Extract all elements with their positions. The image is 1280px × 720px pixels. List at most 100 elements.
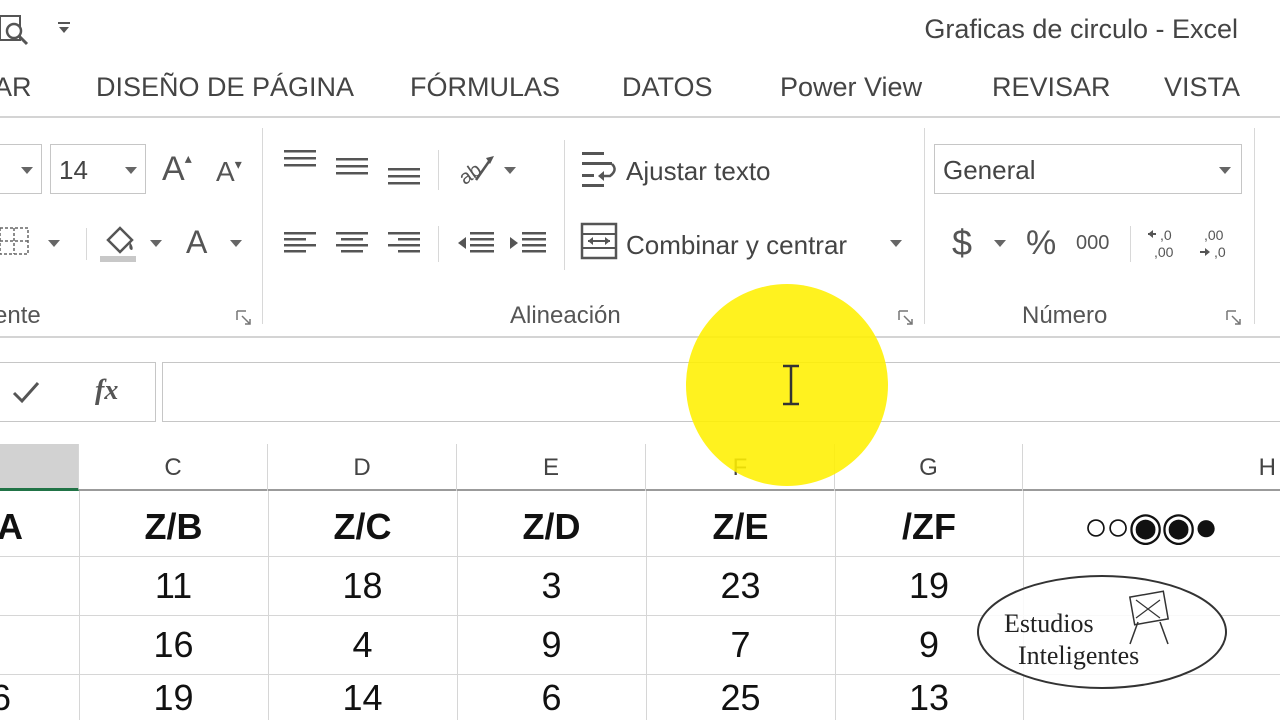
- quick-access-dropdown-icon[interactable]: [56, 20, 72, 36]
- align-right-icon[interactable]: [386, 230, 422, 256]
- chevron-down-icon: [1219, 167, 1231, 174]
- number-group-label: Número: [1022, 302, 1108, 329]
- number-format-combo[interactable]: General: [934, 144, 1242, 194]
- svg-text:,00: ,00: [1204, 227, 1224, 243]
- cell-header-g[interactable]: /ZF: [835, 498, 1023, 556]
- cell[interactable]: 6: [457, 675, 646, 720]
- fill-color-dropdown-icon[interactable]: [150, 240, 162, 247]
- divider: [86, 228, 87, 260]
- borders-icon[interactable]: [0, 226, 32, 256]
- increase-indent-icon[interactable]: [508, 230, 548, 256]
- tab-diseno-de-pagina[interactable]: DISEÑO DE PÁGINA: [96, 72, 354, 103]
- logo-line2: Inteligentes: [1018, 641, 1139, 670]
- cell-rating-symbols[interactable]: ○○◉◉●: [1030, 498, 1270, 556]
- cell[interactable]: 23: [646, 557, 835, 615]
- column-headers: C D E F G H: [0, 444, 1280, 491]
- cell[interactable]: [0, 557, 30, 615]
- merge-center-button[interactable]: Combinar y centrar: [626, 230, 847, 261]
- font-size-combo[interactable]: 14: [50, 144, 146, 194]
- column-header-d[interactable]: D: [268, 444, 457, 491]
- percent-button[interactable]: %: [1026, 224, 1056, 263]
- cell[interactable]: 11: [79, 557, 268, 615]
- align-left-icon[interactable]: [282, 230, 318, 256]
- estudios-inteligentes-logo: Estudios Inteligentes: [977, 575, 1227, 689]
- thousands-button[interactable]: 000: [1076, 232, 1109, 255]
- ribbon-tabs: AR DISEÑO DE PÁGINA FÓRMULAS DATOS Power…: [0, 62, 1280, 116]
- divider: [564, 140, 565, 270]
- tab-formulas[interactable]: FÓRMULAS: [410, 72, 560, 103]
- borders-dropdown-icon[interactable]: [48, 240, 60, 247]
- wrap-text-icon[interactable]: [580, 150, 620, 190]
- merge-center-icon[interactable]: [580, 222, 620, 262]
- svg-text:,0: ,0: [1160, 227, 1172, 243]
- column-header-e[interactable]: E: [457, 444, 646, 491]
- alignment-group-label: Alineación: [510, 302, 621, 329]
- increase-decimal-icon[interactable]: ,0 ,00: [1146, 226, 1186, 260]
- dialog-launcher-icon[interactable]: [1226, 310, 1242, 326]
- column-header-c[interactable]: C: [79, 444, 268, 491]
- align-top-icon[interactable]: [282, 148, 318, 172]
- font-color-icon[interactable]: A: [186, 224, 207, 261]
- tab-power-view[interactable]: Power View: [780, 72, 922, 103]
- column-header-b[interactable]: [0, 444, 79, 491]
- cell-header-f[interactable]: Z/E: [646, 498, 835, 556]
- cell[interactable]: 4: [268, 616, 457, 674]
- orientation-icon[interactable]: ab: [456, 150, 496, 188]
- cell[interactable]: [0, 616, 30, 674]
- cell[interactable]: 9: [457, 616, 646, 674]
- cell[interactable]: 18: [268, 557, 457, 615]
- align-bottom-icon[interactable]: [386, 166, 422, 190]
- window-title: Graficas de circulo - Excel: [924, 14, 1238, 44]
- cell[interactable]: 16: [79, 616, 268, 674]
- group-separator: [924, 128, 925, 324]
- text-cursor-icon: [783, 364, 799, 406]
- fill-color-icon[interactable]: [100, 222, 140, 264]
- print-preview-icon[interactable]: [0, 14, 30, 46]
- dialog-launcher-icon[interactable]: [898, 310, 914, 326]
- cell-header-c[interactable]: Z/B: [79, 498, 268, 556]
- tab-insertar[interactable]: AR: [0, 72, 32, 103]
- cell[interactable]: 14: [268, 675, 457, 720]
- tab-datos[interactable]: DATOS: [622, 72, 713, 103]
- column-header-h[interactable]: H: [1023, 444, 1280, 491]
- dialog-launcher-icon[interactable]: [236, 310, 252, 326]
- cell[interactable]: 6: [0, 675, 16, 720]
- chevron-down-icon: [125, 167, 137, 174]
- currency-dropdown-icon[interactable]: [994, 240, 1006, 247]
- align-middle-icon[interactable]: [334, 156, 370, 180]
- merge-dropdown-icon[interactable]: [890, 240, 902, 247]
- cell-header-e[interactable]: Z/D: [457, 498, 646, 556]
- svg-text:,00: ,00: [1154, 244, 1174, 260]
- cell[interactable]: 7: [646, 616, 835, 674]
- cell-header-b[interactable]: A: [0, 498, 30, 556]
- insert-function-button[interactable]: fx: [95, 375, 118, 407]
- divider: [438, 226, 439, 262]
- decrease-font-icon[interactable]: A▾: [216, 156, 242, 188]
- wrap-text-button[interactable]: Ajustar texto: [626, 156, 771, 187]
- divider: [438, 150, 439, 190]
- align-center-icon[interactable]: [334, 230, 370, 256]
- decrease-decimal-icon[interactable]: ,00 ,0: [1198, 226, 1238, 260]
- divider: [1130, 226, 1131, 262]
- checkmark-icon[interactable]: [11, 379, 41, 405]
- group-separator: [262, 128, 263, 324]
- number-format-value: General: [943, 155, 1036, 185]
- cell[interactable]: 3: [457, 557, 646, 615]
- orientation-dropdown-icon[interactable]: [504, 167, 516, 174]
- increase-font-icon[interactable]: A▴: [162, 150, 192, 189]
- group-separator: [1254, 128, 1255, 324]
- svg-text:,0: ,0: [1214, 244, 1226, 260]
- formula-buttons: fx: [0, 362, 156, 422]
- font-color-dropdown-icon[interactable]: [230, 240, 242, 247]
- font-name-combo[interactable]: [0, 144, 42, 194]
- cell-header-d[interactable]: Z/C: [268, 498, 457, 556]
- cell[interactable]: 25: [646, 675, 835, 720]
- tab-vista[interactable]: VISTA: [1164, 72, 1240, 103]
- font-group-label: ente: [0, 302, 41, 329]
- chevron-down-icon: [21, 167, 33, 174]
- cell[interactable]: 19: [79, 675, 268, 720]
- decrease-indent-icon[interactable]: [456, 230, 496, 256]
- font-size-value: 14: [59, 155, 88, 185]
- currency-button[interactable]: $: [952, 222, 972, 264]
- tab-revisar[interactable]: REVISAR: [992, 72, 1111, 103]
